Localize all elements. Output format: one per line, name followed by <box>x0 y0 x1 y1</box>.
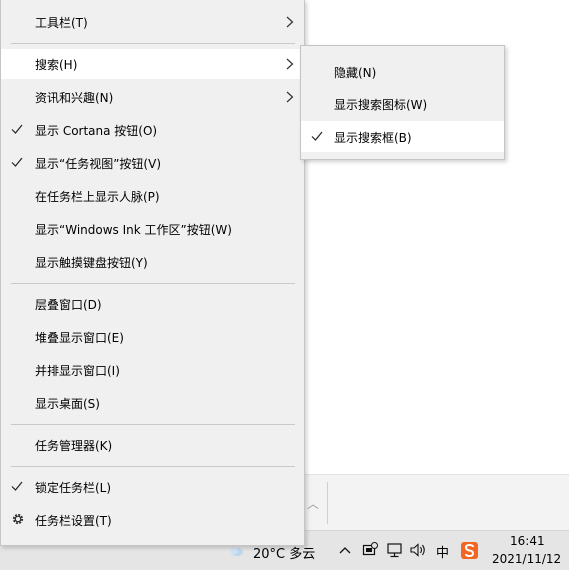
clock-date[interactable]: 2021/11/12 <box>492 552 561 566</box>
menu-item-show-people[interactable]: 在任务栏上显示人脉(P) <box>1 181 305 211</box>
checkmark-icon <box>11 481 23 491</box>
menu-item-search[interactable]: 搜索(H) <box>1 49 305 79</box>
chevron-right-icon <box>286 91 294 103</box>
checkmark-icon <box>11 157 23 167</box>
chevron-right-icon <box>286 16 294 28</box>
gear-icon <box>12 513 24 525</box>
menu-item-label: 锁定任务栏(L) <box>35 481 112 495</box>
menu-item-label: 在任务栏上显示人脉(P) <box>35 190 160 204</box>
menu-item-task-manager[interactable]: 任务管理器(K) <box>1 430 305 460</box>
submenu-item-label: 显示搜索图标(W) <box>334 98 428 112</box>
clock-time[interactable]: 16:41 <box>510 534 545 548</box>
menu-item-label: 并排显示窗口(I) <box>35 364 120 378</box>
volume-icon[interactable] <box>408 541 428 559</box>
menu-item-taskbar-settings[interactable]: 任务栏设置(T) <box>1 505 305 535</box>
menu-separator <box>11 424 295 425</box>
menu-item-label: 任务管理器(K) <box>35 439 113 453</box>
sogou-input-icon[interactable] <box>459 541 479 559</box>
menu-item-label: 搜索(H) <box>35 58 78 72</box>
submenu-item-show-search-box[interactable]: 显示搜索框(B) <box>301 121 504 152</box>
chevron-right-icon <box>286 58 294 70</box>
menu-item-label: 显示“Windows Ink 工作区”按钮(W) <box>35 223 232 237</box>
menu-item-label: 任务栏设置(T) <box>35 514 112 528</box>
menu-item-toolbars[interactable]: 工具栏(T) <box>1 7 305 37</box>
menu-item-label: 层叠窗口(D) <box>35 298 102 312</box>
checkmark-icon <box>311 131 323 141</box>
divider <box>327 482 328 524</box>
submenu-item-label: 显示搜索框(B) <box>334 131 412 145</box>
menu-separator <box>11 466 295 467</box>
chevron-up-icon[interactable] <box>338 541 352 559</box>
menu-separator <box>11 43 295 44</box>
menu-item-lock-taskbar[interactable]: 锁定任务栏(L) <box>1 472 305 502</box>
ime-icon[interactable]: 中 <box>436 542 449 561</box>
menu-item-show-touch-keyboard[interactable]: 显示触摸键盘按钮(Y) <box>1 247 305 277</box>
search-submenu: 隐藏(N) 显示搜索图标(W) 显示搜索框(B) <box>300 45 505 160</box>
menu-item-show-cortana[interactable]: 显示 Cortana 按钮(O) <box>1 115 305 145</box>
submenu-item-show-search-icon[interactable]: 显示搜索图标(W) <box>301 88 504 119</box>
submenu-item-label: 隐藏(N) <box>334 66 377 80</box>
security-center-icon[interactable] <box>361 541 379 559</box>
menu-item-cascade-windows[interactable]: 层叠窗口(D) <box>1 289 305 319</box>
menu-separator <box>11 283 295 284</box>
submenu-item-hidden[interactable]: 隐藏(N) <box>301 56 504 87</box>
menu-item-side-by-side[interactable]: 并排显示窗口(I) <box>1 355 305 385</box>
menu-item-show-task-view[interactable]: 显示“任务视图”按钮(V) <box>1 148 305 178</box>
menu-item-label: 显示桌面(S) <box>35 397 100 411</box>
menu-item-label: 显示触摸键盘按钮(Y) <box>35 256 148 270</box>
menu-item-show-windows-ink[interactable]: 显示“Windows Ink 工作区”按钮(W) <box>1 214 305 244</box>
menu-item-label: 堆叠显示窗口(E) <box>35 331 124 345</box>
menu-item-news-interests[interactable]: 资讯和兴趣(N) <box>1 82 305 112</box>
taskbar-context-menu: 工具栏(T) 搜索(H) 资讯和兴趣(N) 显示 Cortana 按钮(O) 显… <box>0 0 305 546</box>
menu-item-label: 工具栏(T) <box>35 16 88 30</box>
menu-item-label: 显示 Cortana 按钮(O) <box>35 124 158 138</box>
chevron-up-icon[interactable]: ︿ <box>307 495 319 512</box>
checkmark-icon <box>11 124 23 134</box>
menu-item-label: 资讯和兴趣(N) <box>35 91 114 105</box>
network-icon[interactable] <box>385 541 403 559</box>
menu-item-label: 显示“任务视图”按钮(V) <box>35 157 162 171</box>
background-window: ︿ <box>305 474 569 530</box>
menu-item-show-desktop[interactable]: 显示桌面(S) <box>1 388 305 418</box>
menu-item-stack-windows[interactable]: 堆叠显示窗口(E) <box>1 322 305 352</box>
